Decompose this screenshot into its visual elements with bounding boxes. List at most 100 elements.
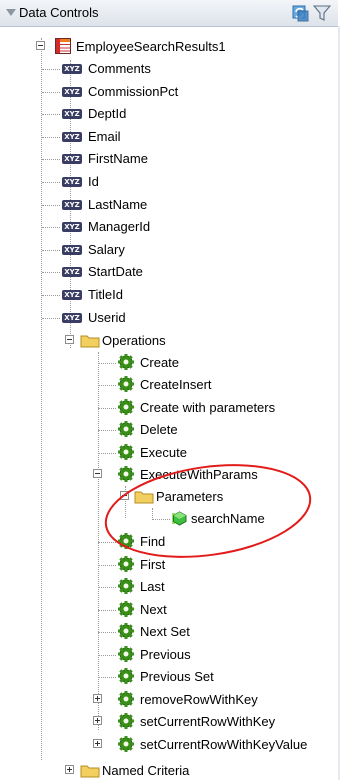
operation-item[interactable]: Next: [98, 599, 338, 621]
tree-node-named-criteria[interactable]: Named Criteria: [65, 760, 325, 782]
operation-label: removeRowWithKey: [140, 692, 258, 707]
operation-label: Create with parameters: [140, 400, 276, 415]
operation-item[interactable]: setCurrentRowWithKey: [93, 711, 338, 733]
operation-label: Create: [140, 355, 180, 370]
refresh-icon[interactable]: [290, 3, 310, 23]
operation-item[interactable]: Previous Set: [98, 666, 338, 688]
operation-label: ExecuteWithParams: [140, 467, 258, 482]
tree-connector: [98, 453, 116, 454]
attribute-item[interactable]: XYZ ManagerId: [42, 216, 322, 238]
attribute-icon: XYZ: [62, 267, 82, 278]
gear-icon: [118, 668, 134, 684]
tree-connector: [98, 632, 116, 633]
gear-icon: [118, 736, 134, 752]
gear-icon: [118, 421, 134, 437]
expand-toggle-icon[interactable]: [93, 716, 102, 725]
operation-item[interactable]: Execute: [98, 442, 338, 464]
attribute-label: FirstName: [88, 151, 148, 167]
attribute-item[interactable]: XYZ Id: [42, 171, 322, 193]
attribute-label: CommissionPct: [88, 83, 179, 99]
operation-label: Delete: [140, 422, 178, 437]
gear-icon: [118, 399, 134, 415]
operation-item[interactable]: removeRowWithKey: [93, 689, 338, 711]
gear-icon: [118, 578, 134, 594]
operations-label: Operations: [102, 333, 166, 348]
folder-icon: [80, 765, 100, 778]
attribute-item[interactable]: XYZ FirstName: [42, 148, 322, 170]
operation-label: setCurrentRowWithKeyValue: [140, 737, 308, 752]
gear-icon: [118, 713, 134, 729]
operation-item[interactable]: Last: [98, 576, 338, 598]
operation-label: CreateInsert: [140, 377, 212, 392]
attribute-item[interactable]: XYZ LastName: [42, 194, 322, 216]
gear-icon: [118, 533, 134, 549]
gear-icon: [118, 646, 134, 662]
attribute-icon: XYZ: [62, 64, 82, 74]
collapse-toggle-icon[interactable]: [36, 41, 45, 50]
collapse-toggle-icon[interactable]: [120, 491, 129, 500]
tree-connector: [42, 204, 60, 206]
panel-title: Data Controls: [19, 5, 99, 20]
operation-label: Next: [140, 602, 167, 617]
attribute-item[interactable]: XYZ Salary: [42, 239, 322, 261]
attribute-item[interactable]: XYZ Userid: [42, 307, 322, 329]
attribute-label: DeptId: [88, 106, 127, 122]
attribute-label: Email: [88, 128, 121, 144]
gear-icon: [118, 444, 134, 460]
operation-label: Previous Set: [140, 669, 214, 684]
attribute-label: LastName: [88, 196, 148, 212]
attribute-item[interactable]: XYZ DeptId: [42, 103, 322, 125]
expand-toggle-icon[interactable]: [93, 694, 102, 703]
attribute-label: Userid: [88, 309, 126, 325]
tree-connector: [98, 408, 116, 409]
attribute-label: Salary: [88, 241, 125, 257]
tree-connector: [42, 317, 60, 319]
gear-icon: [118, 376, 134, 392]
filter-icon[interactable]: [313, 3, 331, 23]
tree-connector: [42, 69, 60, 70]
attribute-item[interactable]: XYZ Email: [42, 126, 322, 148]
operation-label: First: [140, 557, 166, 572]
operation-item[interactable]: CreateInsert: [98, 374, 338, 396]
gear-icon: [118, 623, 134, 639]
panel-header[interactable]: Data Controls: [0, 0, 338, 27]
operation-item[interactable]: setCurrentRowWithKeyValue: [93, 734, 338, 756]
tree-connector: [42, 136, 60, 138]
attribute-item[interactable]: XYZ StartDate: [42, 261, 322, 283]
tree-node-parameters[interactable]: Parameters: [120, 486, 320, 508]
folder-icon: [134, 491, 154, 504]
collapse-triangle-icon[interactable]: [6, 9, 16, 16]
expand-toggle-icon[interactable]: [65, 765, 74, 774]
attribute-label: Comments: [88, 61, 151, 76]
operation-label: Previous: [140, 647, 191, 662]
attribute-label: StartDate: [88, 264, 143, 280]
attribute-item[interactable]: XYZ TitleId: [42, 284, 322, 306]
operation-item[interactable]: First: [98, 554, 338, 576]
gear-icon: [118, 601, 134, 617]
tree-connector: [42, 91, 60, 93]
attribute-icon: XYZ: [62, 177, 82, 187]
operation-item[interactable]: Next Set: [98, 621, 338, 643]
attribute-item[interactable]: XYZ CommissionPct: [42, 81, 322, 103]
parameter-item[interactable]: searchName: [152, 508, 322, 530]
attribute-label: ManagerId: [88, 219, 151, 235]
tree-connector: [152, 519, 170, 520]
operation-item[interactable]: ExecuteWithParams: [93, 464, 338, 486]
collapse-toggle-icon[interactable]: [93, 469, 102, 478]
expand-toggle-icon[interactable]: [93, 739, 102, 748]
operation-item[interactable]: Create: [98, 352, 338, 374]
operation-item[interactable]: Previous: [98, 644, 338, 666]
tree-node-collection[interactable]: EmployeeSearchResults1: [36, 36, 336, 58]
named-criteria-label: Named Criteria: [102, 763, 190, 778]
tree-connector: [98, 430, 116, 431]
collapse-toggle-icon[interactable]: [65, 335, 74, 344]
operation-item[interactable]: Delete: [98, 419, 338, 441]
operation-item[interactable]: Create with parameters: [98, 397, 338, 419]
operation-item[interactable]: Find: [98, 531, 338, 553]
attribute-item[interactable]: XYZ Comments: [42, 58, 322, 80]
gear-icon: [118, 691, 134, 707]
operation-label: Last: [140, 579, 165, 594]
tree-connector: [98, 655, 116, 656]
tree-node-operations[interactable]: Operations: [65, 330, 325, 352]
tree-connector: [98, 587, 116, 588]
